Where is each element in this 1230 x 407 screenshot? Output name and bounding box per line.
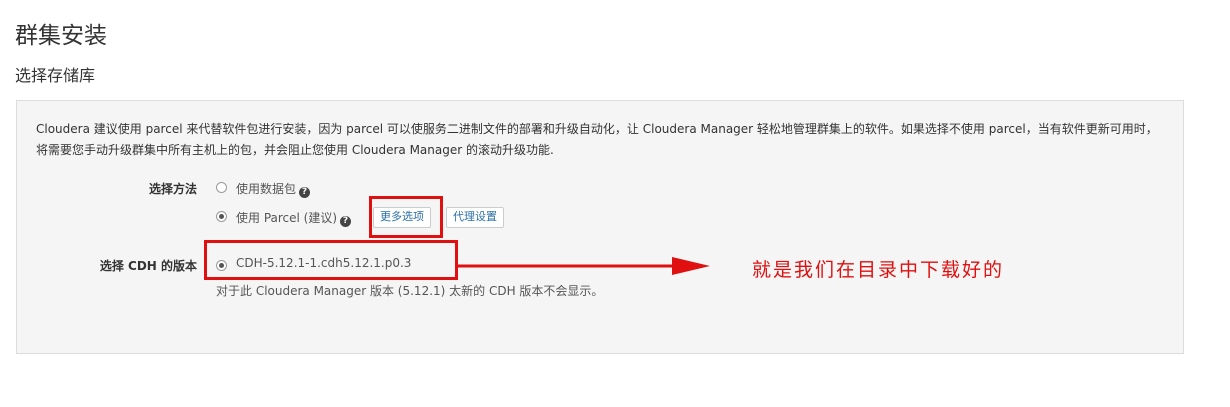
option-use-parcel[interactable]: 使用 Parcel (建议)? bbox=[236, 209, 352, 227]
cdh-version-note: 对于此 Cloudera Manager 版本 (5.12.1) 太新的 CDH… bbox=[216, 284, 604, 298]
option-use-packages[interactable]: 使用数据包? bbox=[236, 180, 311, 198]
more-options-button[interactable]: 更多选项 bbox=[373, 207, 431, 228]
method-label: 选择方法 bbox=[148, 182, 197, 196]
cdh-version-label: 选择 CDH 的版本 bbox=[99, 259, 197, 273]
question-circle-icon[interactable]: ? bbox=[299, 187, 311, 198]
radio-use-packages[interactable] bbox=[216, 182, 227, 193]
annotation-text: 就是我们在目录中下载好的 bbox=[752, 259, 1005, 281]
red-arrow-annotation bbox=[458, 257, 710, 275]
option-use-packages-label: 使用数据包 bbox=[236, 182, 297, 196]
option-use-parcel-label: 使用 Parcel (建议) bbox=[236, 211, 338, 225]
proxy-settings-button[interactable]: 代理设置 bbox=[446, 207, 504, 228]
question-circle-icon[interactable]: ? bbox=[340, 216, 352, 227]
radio-use-parcel[interactable] bbox=[216, 211, 227, 222]
radio-cdh-version[interactable] bbox=[216, 260, 227, 271]
option-cdh-version[interactable]: CDH-5.12.1-1.cdh5.12.1.p0.3 bbox=[236, 256, 411, 270]
parcel-description: Cloudera 建议使用 parcel 来代替软件包进行安装，因为 parce… bbox=[36, 122, 1158, 157]
step-title: 选择存储库 bbox=[15, 66, 96, 85]
page-title: 群集安装 bbox=[15, 23, 107, 49]
repository-panel: Cloudera 建议使用 parcel 来代替软件包进行安装，因为 parce… bbox=[16, 100, 1184, 354]
